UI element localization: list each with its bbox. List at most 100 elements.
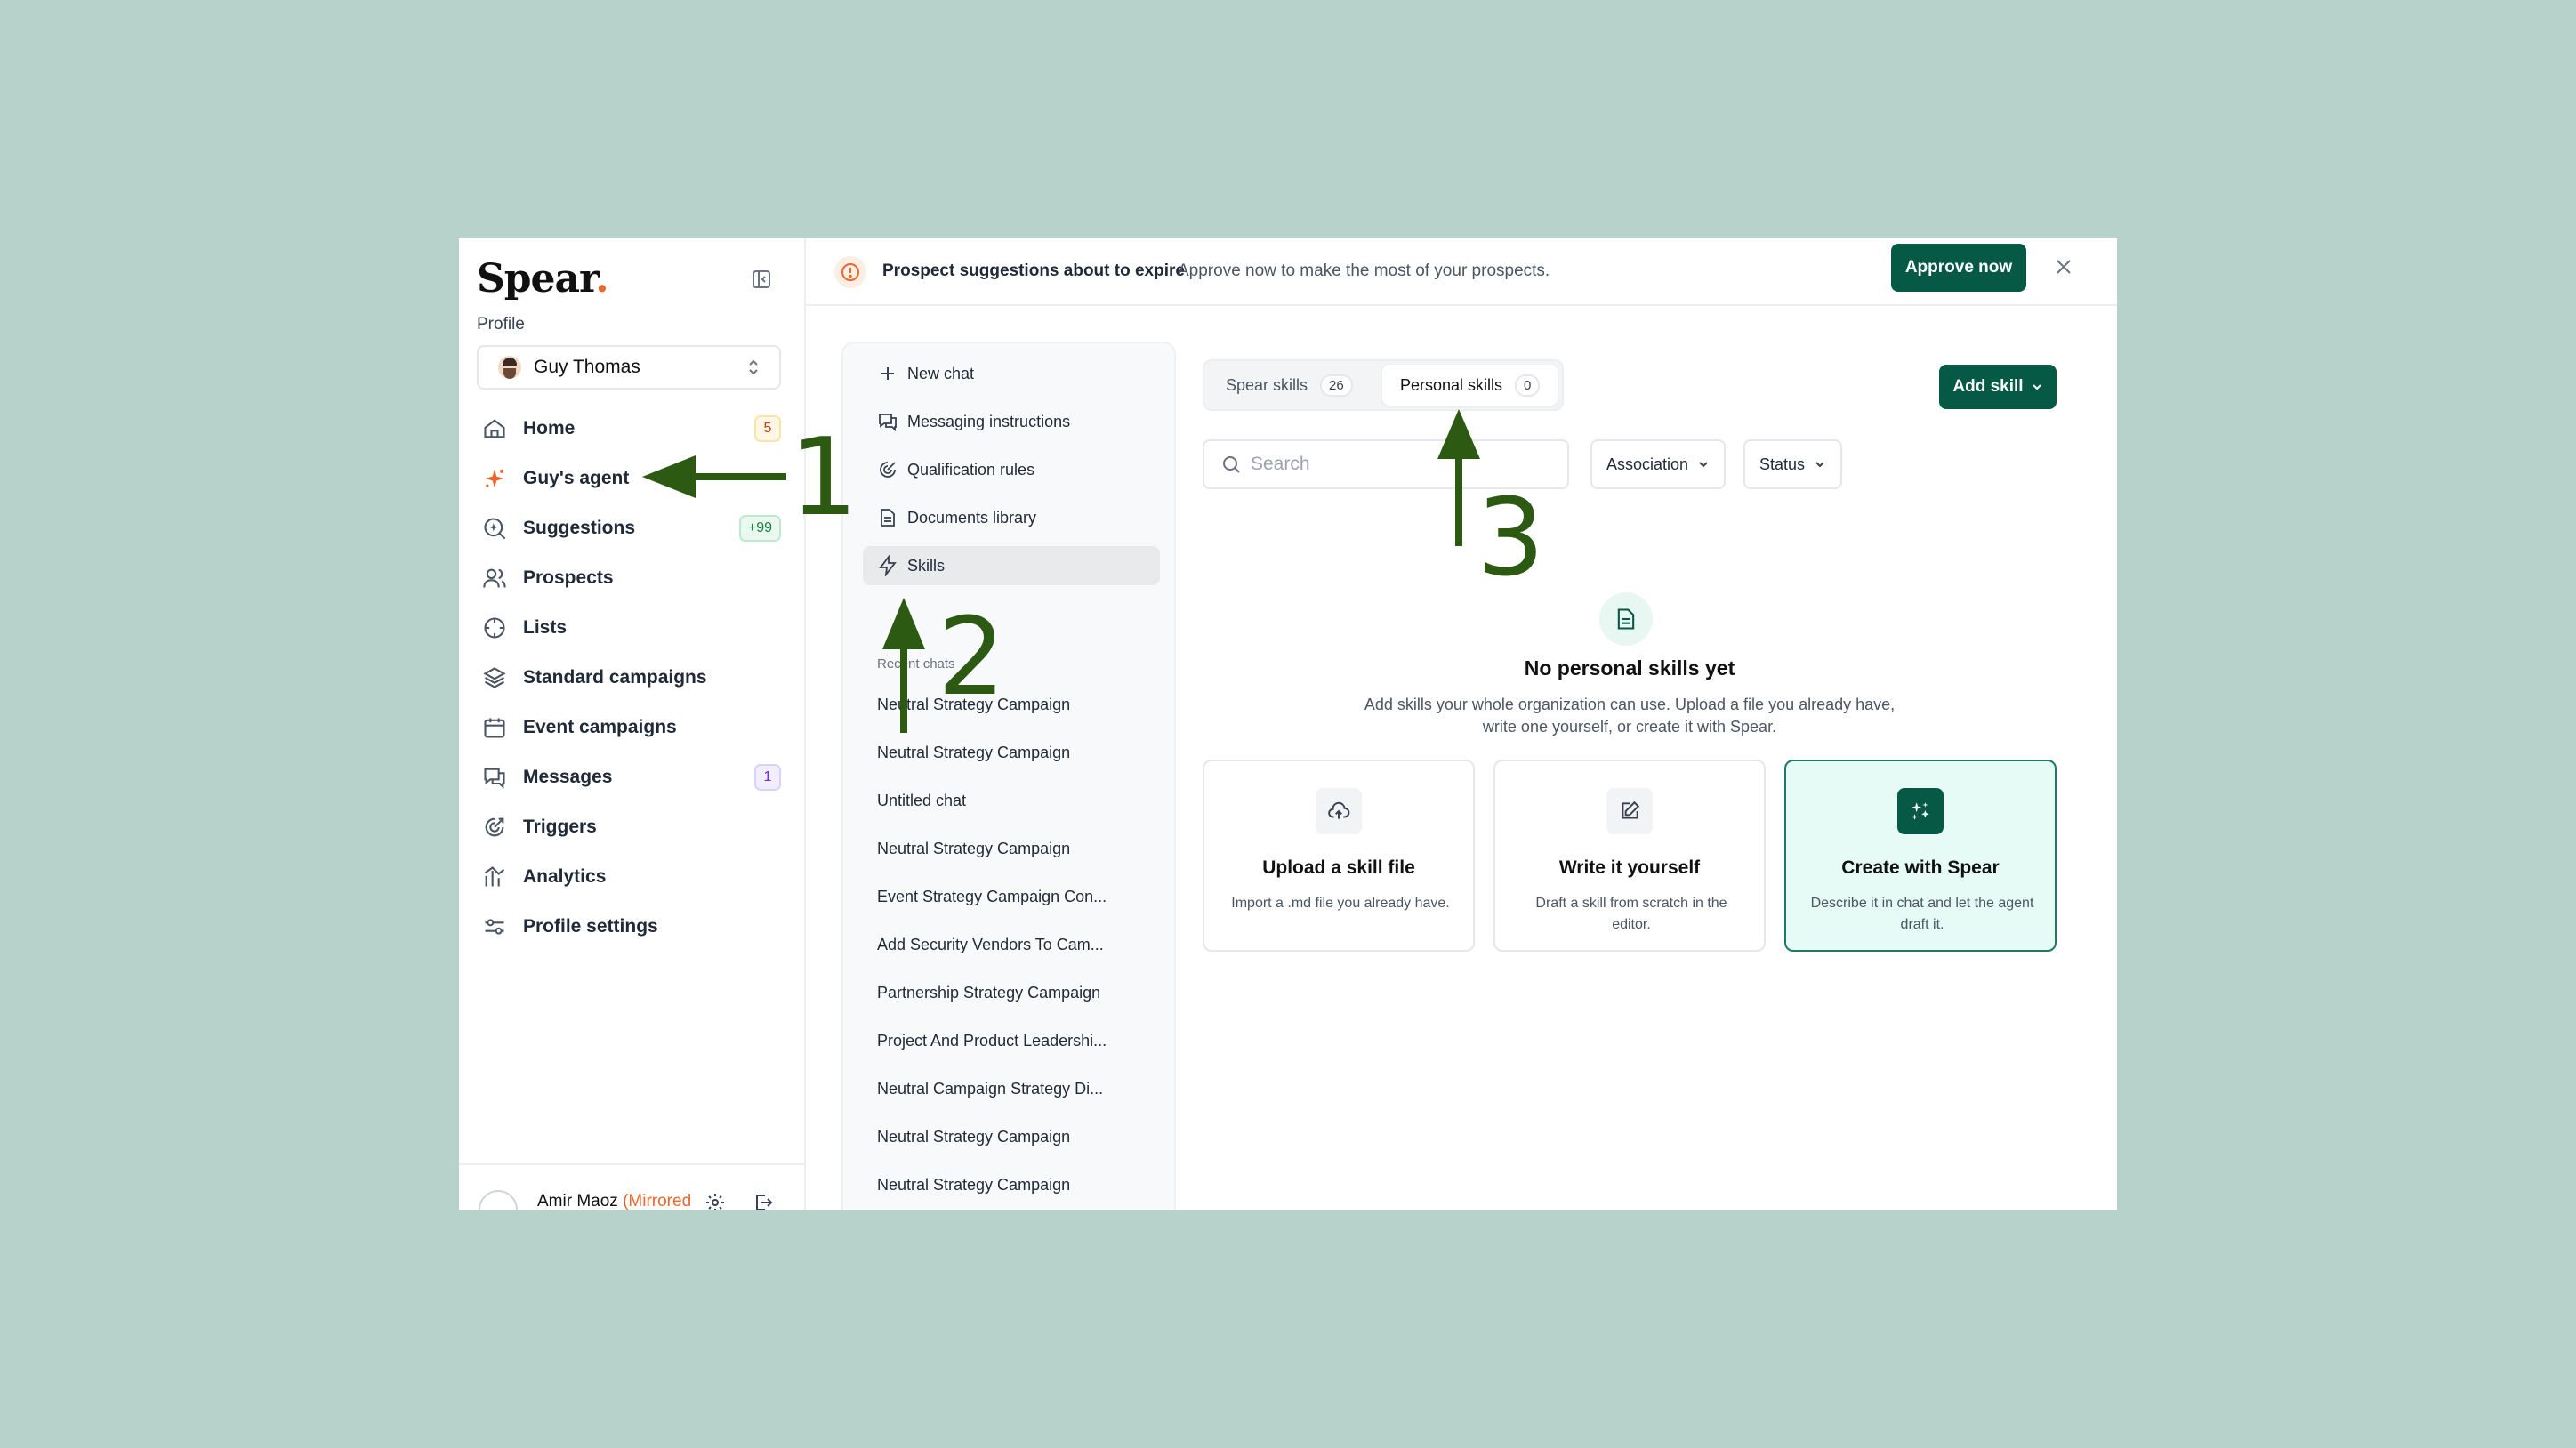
tab-personal-skills[interactable]: Personal skills 0 xyxy=(1382,365,1558,406)
sidebar-item-lists[interactable]: Lists xyxy=(470,603,795,653)
alert-icon xyxy=(834,256,866,288)
app-window: Spear. Profile Guy Thomas Home 5 Guy's a… xyxy=(459,238,2117,1210)
messaging-instructions-item[interactable]: Messaging instructions xyxy=(863,402,1160,441)
sidebar-item-suggestions[interactable]: Suggestions +99 xyxy=(470,503,795,553)
sidebar-item-triggers[interactable]: Triggers xyxy=(470,802,795,852)
suggestions-count-badge: +99 xyxy=(738,515,781,542)
sidebar-item-label: Guy's agent xyxy=(523,468,630,488)
write-skill-card[interactable]: Write it yourself Draft a skill from scr… xyxy=(1493,760,1766,952)
chat-action-label: Documents library xyxy=(907,508,1037,527)
annotation-number-3: 3 xyxy=(1477,477,1545,600)
sidebar-item-label: Standard campaigns xyxy=(523,667,707,688)
recent-chat-item[interactable]: Add Security Vendors To Cam... xyxy=(877,936,1104,954)
card-description: Import a .md file you already have. xyxy=(1231,896,1450,911)
approve-now-button[interactable]: Approve now xyxy=(1891,244,2026,292)
add-skill-button[interactable]: Add skill xyxy=(1939,365,2057,409)
sidebar-item-home[interactable]: Home 5 xyxy=(470,404,795,454)
chat-action-label: Messaging instructions xyxy=(907,412,1071,430)
card-description: Draft a skill from scratch in the editor… xyxy=(1535,896,1727,932)
close-icon[interactable] xyxy=(2053,256,2074,278)
recent-chat-item[interactable]: Neutral Strategy Campaign xyxy=(877,1176,1070,1195)
create-with-spear-card[interactable]: Create with Spear Describe it in chat an… xyxy=(1784,760,2057,952)
annotation-number-2: 2 xyxy=(938,596,1006,720)
sidebar-item-label: Home xyxy=(523,418,576,438)
profile-select[interactable]: Guy Thomas xyxy=(477,345,781,390)
upload-cloud-icon xyxy=(1316,788,1362,834)
chart-icon xyxy=(484,866,505,887)
document-icon xyxy=(1599,592,1653,646)
documents-library-item[interactable]: Documents library xyxy=(863,498,1160,537)
tab-spear-skills[interactable]: Spear skills 26 xyxy=(1208,365,1371,406)
plus-icon xyxy=(881,367,894,380)
chevron-down-icon xyxy=(1815,462,1824,468)
messages-icon xyxy=(879,414,897,432)
lightning-icon xyxy=(879,555,897,576)
user-name: Amir Maoz xyxy=(537,1192,618,1210)
avatar[interactable] xyxy=(479,1190,518,1210)
upload-skill-card[interactable]: Upload a skill file Import a .md file yo… xyxy=(1203,760,1475,952)
card-title: Create with Spear xyxy=(1841,857,2000,878)
skills-tabs: Spear skills 26 Personal skills 0 xyxy=(1203,359,1564,411)
recent-chat-item[interactable]: Neutral Strategy Campaign xyxy=(877,1128,1070,1146)
empty-state-title: No personal skills yet xyxy=(1524,656,1735,680)
tab-label: Personal skills xyxy=(1400,375,1503,394)
search-input[interactable] xyxy=(1251,454,1544,475)
logout-icon[interactable] xyxy=(753,1192,774,1210)
sidebar-item-label: Prospects xyxy=(523,567,614,588)
calendar-icon xyxy=(484,718,505,738)
logo[interactable]: Spear. xyxy=(477,256,609,302)
home-count-badge: 5 xyxy=(754,415,781,442)
qualification-rules-item[interactable]: Qualification rules xyxy=(863,450,1160,489)
card-title: Write it yourself xyxy=(1558,857,1701,878)
sidebar-item-label: Profile settings xyxy=(523,916,658,937)
mirrored-tag: (Mirrored xyxy=(623,1192,692,1210)
filter-label: Association xyxy=(1606,455,1689,473)
banner-subtitle: Approve now to make the most of your pro… xyxy=(1178,261,1550,280)
recent-chat-item[interactable]: Neutral Strategy Campaign xyxy=(877,744,1070,762)
sidebar-item-profile-settings[interactable]: Profile settings xyxy=(470,902,795,952)
chat-panel: New chat Messaging instructions Qualific… xyxy=(841,342,1176,1210)
settings-sliders-icon xyxy=(485,919,504,935)
sidebar-item-prospects[interactable]: Prospects xyxy=(470,553,795,603)
recent-chat-item[interactable]: Neutral Strategy Campaign xyxy=(877,840,1070,858)
sidebar-item-label: Messages xyxy=(523,767,613,787)
sparkles-icon xyxy=(1897,788,1944,834)
sidebar-item-standard-campaigns[interactable]: Standard campaigns xyxy=(470,653,795,703)
sidebar-nav: Home 5 Guy's agent Suggestions +99 Prosp… xyxy=(470,404,795,952)
recent-chat-item[interactable]: Partnership Strategy Campaign xyxy=(877,984,1100,1002)
recent-chat-item[interactable]: Event Strategy Campaign Con... xyxy=(877,888,1107,906)
new-chat-button[interactable]: New chat xyxy=(863,354,1160,393)
chat-action-label: New chat xyxy=(907,364,975,382)
chevron-updown-icon xyxy=(749,359,758,375)
sidebar-item-event-campaigns[interactable]: Event campaigns xyxy=(470,703,795,752)
recent-chat-item[interactable]: Untitled chat xyxy=(877,792,966,810)
search-icon xyxy=(1223,456,1240,473)
sidebar-item-label: Lists xyxy=(523,617,568,638)
chevron-down-icon xyxy=(1699,462,1708,468)
messages-count-badge: 1 xyxy=(754,764,781,791)
sidebar-item-label: Event campaigns xyxy=(523,717,677,737)
logo-text: Spear xyxy=(477,256,596,302)
recent-chat-item[interactable]: Project And Product Leadershi... xyxy=(877,1032,1107,1050)
card-title: Upload a skill file xyxy=(1262,857,1415,878)
collapse-sidebar-icon[interactable] xyxy=(751,269,772,290)
skills-item[interactable]: Skills xyxy=(863,546,1160,585)
filter-label: Status xyxy=(1759,455,1806,473)
profile-label: Profile xyxy=(477,315,525,334)
sidebar-item-analytics[interactable]: Analytics xyxy=(470,852,795,902)
gear-icon[interactable] xyxy=(704,1192,726,1210)
tab-label: Spear skills xyxy=(1226,375,1308,394)
users-icon xyxy=(483,568,506,588)
status-filter[interactable]: Status xyxy=(1743,439,1843,489)
recent-chat-item[interactable]: Neutral Campaign Strategy Di... xyxy=(877,1080,1103,1098)
annotation-number-1: 1 xyxy=(790,416,858,540)
home-icon xyxy=(484,419,505,438)
card-description: Describe it in chat and let the agent dr… xyxy=(1810,896,2034,932)
association-filter[interactable]: Association xyxy=(1590,439,1727,489)
logo-dot: . xyxy=(595,256,608,302)
sidebar-item-messages[interactable]: Messages 1 xyxy=(470,752,795,802)
search-sparkle-icon xyxy=(484,518,506,540)
sidebar-item-agent[interactable]: Guy's agent xyxy=(470,454,795,503)
add-skill-label: Add skill xyxy=(1952,377,2024,396)
tab-count-badge: 26 xyxy=(1320,374,1353,397)
